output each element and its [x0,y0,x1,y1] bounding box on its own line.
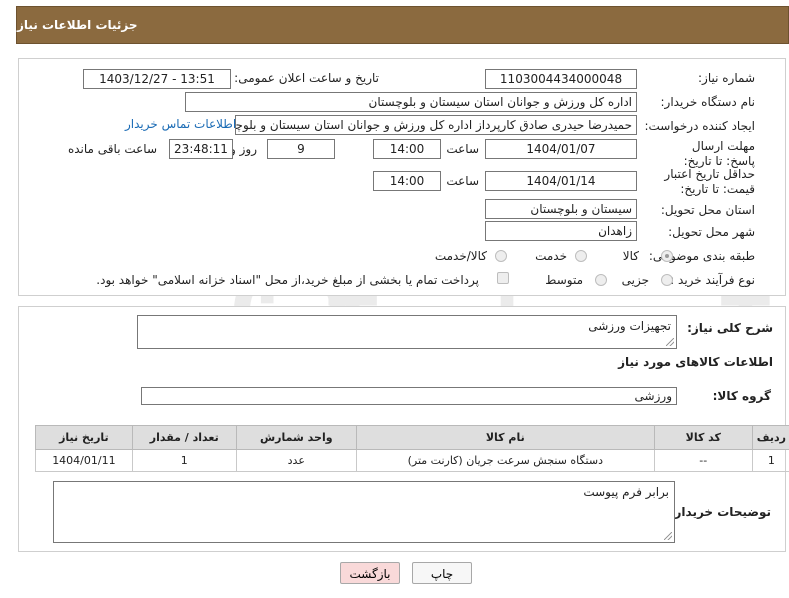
goods-details-panel: شرح کلی نیاز: تجهیزات ورزشی اطلاعات کالا… [18,306,789,552]
need-summary-label: شرح کلی نیاز: [687,321,773,335]
deadline-time-label: ساعت [446,142,479,156]
price-validity-time-label: ساعت [446,174,479,188]
buyer-contact-link[interactable]: اطلاعات تماس خریدار [125,117,236,131]
back-button[interactable]: بازگشت [340,562,400,584]
buyer-notes-field[interactable]: برابر فرم پیوست [53,481,675,543]
price-validity-date-field[interactable]: 1404/01/14 [485,171,637,191]
col-header-unit: واحد شمارش [235,425,357,450]
creator-field[interactable]: حمیدرضا حیدری صادق کارپرداز اداره کل ورز… [235,115,637,135]
category-radio-goods-service[interactable] [495,250,507,262]
buyer-org-label: نام دستگاه خریدار: [660,95,756,109]
delivery-province-label: استان محل تحویل: [660,203,755,217]
announce-date-label: تاریخ و ساعت اعلان عمومی: [234,71,379,85]
col-header-quantity: تعداد / مقدار [131,425,237,450]
goods-group-label: گروه کالا: [712,389,771,403]
need-summary-field[interactable]: تجهیزات ورزشی [137,315,677,349]
process-option-medium: متوسط [545,273,583,287]
delivery-province-field[interactable]: سیستان و بلوچستان [485,199,637,219]
buyer-notes-value: برابر فرم پیوست [583,485,669,499]
resize-handle-icon[interactable] [666,338,674,346]
col-header-goods-code: کد کالا [653,425,753,450]
price-validity-label: حداقل تاریخ اعتبار قیمت: تا تاریخ: [664,167,755,196]
announce-date-field[interactable]: 1403/12/27 - 13:51 [83,69,231,89]
goods-group-field[interactable]: ورزشی [141,387,677,405]
col-header-need-date: تاریخ نیاز [35,425,133,450]
purchase-process-label: نوع فرآیند خرید : [670,273,755,287]
category-option-service: خدمت [535,249,567,263]
category-option-goods: کالا [622,249,639,263]
cell-goods-name: دستگاه سنجش سرعت جریان (کارنت متر) [355,449,655,472]
deadline-time-field[interactable]: 14:00 [373,139,441,159]
deadline-label: مهلت ارسال پاسخ: تا تاریخ: [683,139,755,168]
remaining-time-label: ساعت باقی مانده [67,142,157,156]
treasury-payment-checkbox[interactable] [497,272,509,284]
delivery-city-field[interactable]: زاهدان [485,221,637,241]
days-remaining-field[interactable]: 9 [267,139,335,159]
category-option-goods-service: کالا/خدمت [434,249,487,263]
cell-unit: عدد [235,449,357,472]
buyer-org-field[interactable]: اداره کل ورزش و جوانان استان سیستان و بل… [185,92,637,112]
category-radio-service[interactable] [575,250,587,262]
days-label: روز و [230,142,257,156]
resize-handle-icon[interactable] [664,532,672,540]
cell-row-number: 1 [751,449,789,472]
process-option-minor: جزیی [621,273,649,287]
creator-label: ایجاد کننده درخواست: [644,119,755,133]
cell-goods-code: -- [653,449,753,472]
need-info-panel: شماره نیاز: 1103004434000048 تاریخ و ساع… [18,58,786,296]
print-button[interactable]: چاپ [412,562,472,584]
goods-table-header-row: ردیف کد کالا نام کالا واحد شمارش تعداد /… [35,425,789,450]
process-radio-minor[interactable] [661,274,673,286]
cell-quantity: 1 [131,449,237,472]
treasury-payment-note: پرداخت تمام یا بخشی از مبلغ خرید،از محل … [96,273,479,287]
goods-table: ردیف کد کالا نام کالا واحد شمارش تعداد /… [35,425,789,472]
buyer-notes-label: توضیحات خریدار: [669,505,771,519]
goods-info-title: اطلاعات کالاهای مورد نیاز [618,355,773,369]
page-header: جزئیات اطلاعات نیاز [16,6,789,44]
need-number-field[interactable]: 1103004434000048 [485,69,637,89]
category-radio-goods[interactable] [661,250,673,262]
need-summary-value: تجهیزات ورزشی [588,319,671,333]
table-row: 1 -- دستگاه سنجش سرعت جریان (کارنت متر) … [35,449,789,472]
col-header-goods-name: نام کالا [355,425,655,450]
page-title: جزئیات اطلاعات نیاز [17,18,138,32]
remaining-time-field[interactable]: 23:48:11 [169,139,233,159]
cell-need-date: 1404/01/11 [35,449,133,472]
deadline-date-field[interactable]: 1404/01/07 [485,139,637,159]
price-validity-time-field[interactable]: 14:00 [373,171,441,191]
delivery-city-label: شهر محل تحویل: [668,225,755,239]
need-number-label: شماره نیاز: [698,71,755,85]
col-header-row-number: ردیف [751,425,789,450]
process-radio-medium[interactable] [595,274,607,286]
